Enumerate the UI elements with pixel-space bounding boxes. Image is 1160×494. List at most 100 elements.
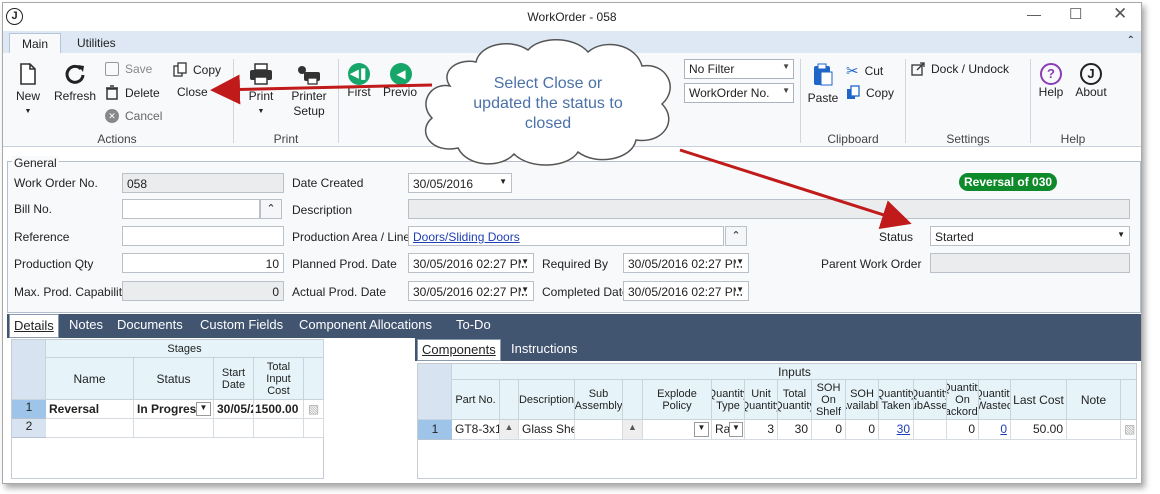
- delete-row-icon[interactable]: ▧: [1121, 420, 1136, 440]
- row-number[interactable]: 1: [12, 400, 46, 419]
- tab-custom-fields[interactable]: Custom Fields: [200, 317, 283, 332]
- print-button[interactable]: Print ▼: [243, 63, 279, 119]
- status-select[interactable]: Started ▼: [930, 226, 1130, 246]
- actual-prod-date-field[interactable]: 30/05/2016 02:27 PM ▼: [408, 281, 534, 301]
- tab-documents[interactable]: Documents: [117, 317, 183, 332]
- note-cell[interactable]: [1067, 420, 1121, 440]
- col-note-header[interactable]: Note: [1067, 380, 1121, 420]
- col-total-quantity-header[interactable]: Total Quantity: [778, 380, 812, 420]
- callout-line-2: updated the status to: [473, 95, 623, 112]
- row-number[interactable]: 1: [418, 420, 452, 440]
- printer-setup-button[interactable]: Printer Setup: [286, 63, 332, 119]
- completed-date-field[interactable]: 30/05/2016 02:27 PM ▼: [623, 281, 749, 301]
- tab-component-allocations[interactable]: Component Allocations: [299, 317, 432, 332]
- filter-select[interactable]: No Filter ▼: [684, 59, 794, 79]
- last-cost-cell[interactable]: 50.00: [1011, 420, 1067, 440]
- stage-cost-cell[interactable]: [254, 419, 304, 438]
- stage-cost-cell[interactable]: 1500.00: [254, 400, 304, 419]
- tab-instructions[interactable]: Instructions: [511, 341, 577, 356]
- cut-button[interactable]: ✂ Cut: [846, 62, 883, 80]
- quantity-type-cell[interactable]: Raw ▼: [712, 420, 745, 440]
- col-soh-on-shelf-header[interactable]: SOH On Shelf: [812, 380, 846, 420]
- production-qty-field[interactable]: 10: [122, 253, 284, 273]
- about-button[interactable]: J About: [1071, 63, 1111, 100]
- required-by-field[interactable]: 30/05/2016 02:27 PM ▼: [623, 253, 749, 273]
- explode-policy-cell[interactable]: ▼: [643, 420, 712, 440]
- production-area-lookup-button[interactable]: ⌃: [725, 226, 747, 246]
- save-button[interactable]: Save: [105, 62, 152, 76]
- part-lookup-button[interactable]: ▲: [500, 420, 519, 440]
- stage-status-cell[interactable]: In Progress ▼: [134, 400, 214, 419]
- tab-main[interactable]: Main: [9, 33, 62, 53]
- col-total-input-cost-header[interactable]: Total Input Cost: [254, 358, 304, 400]
- refresh-button[interactable]: Refresh: [53, 63, 97, 104]
- sub-assembly-lookup-button[interactable]: ▲: [623, 420, 643, 440]
- soh-available-cell: 0: [846, 420, 879, 440]
- paste-button[interactable]: Paste: [806, 63, 840, 106]
- col-quantity-subassem-header[interactable]: Quantity SubAssem: [914, 380, 947, 420]
- date-created-field[interactable]: 30/05/2016 ▼: [408, 173, 512, 193]
- grid-corner: [418, 364, 452, 420]
- planned-prod-date-field[interactable]: 30/05/2016 02:27 PM ▼: [408, 253, 534, 273]
- parent-work-order-field[interactable]: [930, 253, 1130, 273]
- tab-details[interactable]: Details: [9, 314, 59, 338]
- production-area-field[interactable]: Doors/Sliding Doors: [408, 226, 724, 246]
- bill-no-lookup-button[interactable]: ⌃: [260, 199, 282, 219]
- tab-utilities[interactable]: Utilities: [65, 33, 128, 53]
- actual-prod-date-label: Actual Prod. Date: [292, 285, 387, 299]
- col-description-header[interactable]: Description: [519, 380, 575, 420]
- delete-button[interactable]: Delete: [105, 85, 160, 100]
- delete-row-icon[interactable]: ▧: [304, 400, 324, 419]
- stage-status-cell[interactable]: [134, 419, 214, 438]
- sort-select[interactable]: WorkOrder No. ▼: [684, 83, 794, 103]
- quantity-wasted-link[interactable]: 0: [979, 420, 1011, 440]
- copy-record-button[interactable]: Copy: [173, 62, 221, 77]
- chevron-up-icon: ▲: [504, 422, 514, 432]
- quantity-taken-link[interactable]: 30: [879, 420, 914, 440]
- production-area-link[interactable]: Doors/Sliding Doors: [413, 230, 520, 244]
- first-record-button[interactable]: ◀❚ First: [343, 63, 375, 100]
- description-cell[interactable]: Glass Sheet: [519, 420, 575, 440]
- stage-name-cell[interactable]: Reversal: [46, 400, 134, 419]
- col-part-no-header[interactable]: Part No.: [452, 380, 500, 420]
- tab-to-do[interactable]: To-Do: [456, 317, 491, 332]
- unit-quantity-cell[interactable]: 3: [745, 420, 778, 440]
- col-quantity-backorder-header[interactable]: Quantity On Backorder: [947, 380, 979, 420]
- first-label: First: [347, 85, 371, 99]
- help-icon: ?: [1040, 63, 1062, 85]
- col-explode-policy-header[interactable]: Explode Policy: [643, 380, 712, 420]
- stage-start-cell[interactable]: [214, 419, 254, 438]
- tab-notes[interactable]: Notes: [69, 317, 103, 332]
- maximize-icon[interactable]: ☐: [1069, 5, 1082, 23]
- help-button[interactable]: ? Help: [1034, 63, 1068, 100]
- close-record-button[interactable]: Close: [177, 85, 208, 99]
- row-number[interactable]: 2: [12, 419, 46, 438]
- reference-field[interactable]: [122, 226, 284, 246]
- close-window-icon[interactable]: ✕: [1113, 4, 1127, 24]
- col-soh-available-header[interactable]: SOH Available: [846, 380, 879, 420]
- col-unit-quantity-header[interactable]: Unit Quantity: [745, 380, 778, 420]
- tab-components[interactable]: Components: [417, 339, 501, 361]
- stage-name-cell[interactable]: [46, 419, 134, 438]
- collapse-ribbon-icon[interactable]: ⌃: [1127, 35, 1135, 46]
- sub-assembly-cell[interactable]: [575, 420, 623, 440]
- col-last-cost-header[interactable]: Last Cost: [1011, 380, 1067, 420]
- stage-start-cell[interactable]: 30/05/2016: [214, 400, 254, 419]
- save-icon: [105, 62, 119, 76]
- clipboard-copy-button[interactable]: Copy: [846, 85, 894, 100]
- col-sub-assembly-header[interactable]: Sub Assembly: [575, 380, 623, 420]
- description-field[interactable]: [408, 199, 1130, 219]
- cancel-button[interactable]: ✕ Cancel: [105, 109, 162, 123]
- col-quantity-wasted-header[interactable]: Quantity Wasted: [979, 380, 1011, 420]
- part-no-cell[interactable]: GT8-3x1: [452, 420, 500, 440]
- trash-icon: [106, 85, 118, 100]
- col-quantity-type-header[interactable]: Quantity Type: [712, 380, 745, 420]
- minimize-icon[interactable]: —: [1027, 6, 1041, 22]
- col-quantity-taken-header[interactable]: Quantity Taken: [879, 380, 914, 420]
- new-button[interactable]: New ▼: [11, 63, 45, 119]
- col-status-header[interactable]: Status: [134, 358, 214, 400]
- bill-no-field[interactable]: [122, 199, 260, 219]
- dock-undock-button[interactable]: Dock / Undock: [911, 62, 1009, 76]
- col-start-date-header[interactable]: Start Date: [214, 358, 254, 400]
- col-name-header[interactable]: Name: [46, 358, 134, 400]
